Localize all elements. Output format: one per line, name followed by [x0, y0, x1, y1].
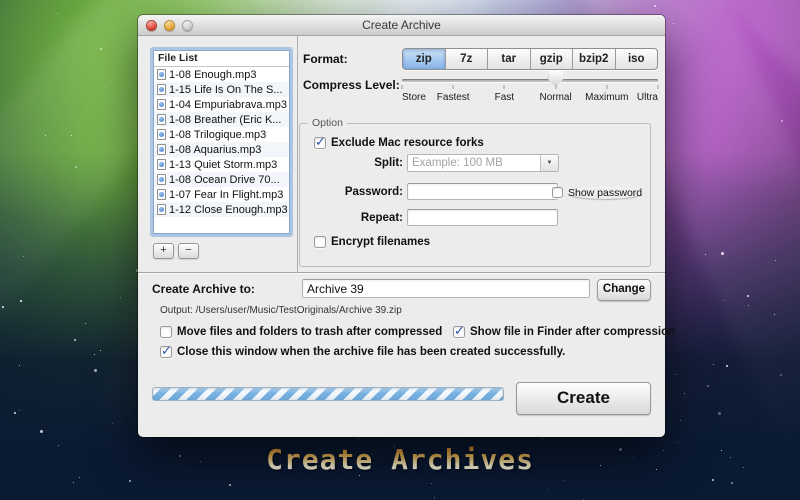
slider-tick [453, 85, 454, 89]
zoom-window-button[interactable] [182, 20, 193, 31]
list-item-label: 1-08 Ocean Drive 70... [169, 174, 280, 186]
chevron-down-icon: ▼ [547, 160, 553, 166]
list-item[interactable]: 1-04 Empuriabrava.mp3 [154, 97, 289, 112]
list-item-label: 1-04 Empuriabrava.mp3 [169, 99, 287, 111]
audio-file-icon [157, 174, 166, 185]
remove-file-button[interactable]: − [178, 243, 199, 259]
close-window-button[interactable] [146, 20, 157, 31]
file-list[interactable]: File List 1-08 Enough.mp3 1-15 Life Is On… [153, 50, 290, 234]
slider-label-maximum: Maximum [585, 92, 628, 103]
format-label: Format: [303, 52, 348, 66]
password-field[interactable] [407, 183, 558, 200]
audio-file-icon [157, 84, 166, 95]
slider-tick [504, 85, 505, 89]
list-item[interactable]: 1-15 Life Is On The S... [154, 82, 289, 97]
create-archive-window: Create Archive File List 1-08 Enough.mp3… [138, 15, 665, 437]
list-item[interactable]: 1-12 Close Enough.mp3 [154, 202, 289, 217]
slider-label-fast: Fast [495, 92, 514, 103]
list-item-label: 1-12 Close Enough.mp3 [169, 204, 288, 216]
add-file-button[interactable]: + [153, 243, 174, 259]
option-group: Option Exclude Mac resource forks Split:… [299, 123, 651, 267]
option-group-label: Option [308, 117, 347, 129]
archive-name-field[interactable]: Archive 39 [302, 279, 590, 298]
show-password-checkbox[interactable] [552, 187, 563, 198]
repeat-label: Repeat: [300, 212, 403, 224]
audio-file-icon [157, 114, 166, 125]
format-segment-iso[interactable]: iso [616, 49, 658, 69]
titlebar[interactable]: Create Archive [138, 15, 665, 36]
close-after-create-checkbox[interactable] [160, 346, 172, 358]
slider-label-fastest: Fastest [437, 92, 470, 103]
show-password-label: Show password [568, 187, 642, 199]
exclude-forks-checkbox[interactable] [314, 137, 326, 149]
show-in-finder-checkbox[interactable] [453, 326, 465, 338]
format-segmented-control: zip7ztargzipbzip2iso [402, 48, 658, 70]
split-label: Split: [300, 157, 403, 169]
pane-divider-vertical [297, 36, 298, 272]
change-button[interactable]: Change [597, 279, 651, 301]
format-segment-zip[interactable]: zip [403, 49, 446, 69]
window-title: Create Archive [138, 15, 665, 35]
list-item[interactable]: 1-08 Ocean Drive 70... [154, 172, 289, 187]
output-path: Output: /Users/user/Music/TestOriginals/… [160, 305, 402, 316]
slider-tick [658, 85, 659, 89]
audio-file-icon [157, 129, 166, 140]
list-item-label: 1-08 Breather (Eric K... [169, 114, 282, 126]
close-after-create-label: Close this window when the archive file … [177, 346, 565, 358]
slider-label-store: Store [402, 92, 426, 103]
password-label: Password: [300, 186, 403, 198]
list-item[interactable]: 1-08 Trilogique.mp3 [154, 127, 289, 142]
list-item[interactable]: 1-08 Breather (Eric K... [154, 112, 289, 127]
slider-label-ultra: Ultra [637, 92, 658, 103]
desktop: Create Archives Create Archive File List… [0, 0, 800, 500]
list-item-label: 1-08 Aquarius.mp3 [169, 144, 261, 156]
wallpaper-caption: Create Archives [0, 443, 800, 476]
audio-file-icon [157, 204, 166, 215]
list-item-label: 1-07 Fear In Flight.mp3 [169, 189, 283, 201]
destination-label: Create Archive to: [152, 282, 255, 296]
compress-level-label: Compress Level: [303, 78, 400, 92]
slider-tick [555, 85, 556, 89]
progress-bar [152, 387, 504, 401]
format-segment-tar[interactable]: tar [488, 49, 531, 69]
compress-level-slider: Store Fastest Fast Normal Maximum Ultra [402, 69, 658, 107]
repeat-field[interactable] [407, 209, 558, 226]
list-item-label: 1-13 Quiet Storm.mp3 [169, 159, 277, 171]
slider-label-normal: Normal [539, 92, 571, 103]
list-item[interactable]: 1-08 Aquarius.mp3 [154, 142, 289, 157]
list-item[interactable]: 1-13 Quiet Storm.mp3 [154, 157, 289, 172]
create-button[interactable]: Create [516, 382, 651, 415]
format-segment-bzip2[interactable]: bzip2 [573, 49, 616, 69]
combo-arrow-button[interactable]: ▼ [540, 155, 558, 171]
split-combobox[interactable]: Example: 100 MB ▼ [407, 154, 559, 172]
list-item-label: 1-15 Life Is On The S... [169, 84, 283, 96]
file-list-header: File List [154, 51, 289, 67]
list-item-label: 1-08 Trilogique.mp3 [169, 129, 266, 141]
minimize-window-button[interactable] [164, 20, 175, 31]
pane-divider-horizontal [138, 272, 665, 273]
format-segment-gzip[interactable]: gzip [531, 49, 574, 69]
format-segment-7z[interactable]: 7z [446, 49, 489, 69]
audio-file-icon [157, 99, 166, 110]
move-to-trash-label: Move files and folders to trash after co… [177, 326, 442, 338]
slider-tick [606, 85, 607, 89]
audio-file-icon [157, 159, 166, 170]
encrypt-filenames-label: Encrypt filenames [331, 236, 430, 248]
audio-file-icon [157, 69, 166, 80]
slider-tick [402, 85, 403, 89]
audio-file-icon [157, 144, 166, 155]
list-item-label: 1-08 Enough.mp3 [169, 69, 256, 81]
slider-track[interactable] [402, 79, 658, 82]
list-item[interactable]: 1-08 Enough.mp3 [154, 67, 289, 82]
move-to-trash-checkbox[interactable] [160, 326, 172, 338]
split-placeholder: Example: 100 MB [408, 155, 540, 171]
encrypt-filenames-checkbox[interactable] [314, 236, 326, 248]
audio-file-icon [157, 189, 166, 200]
list-item[interactable]: 1-07 Fear In Flight.mp3 [154, 187, 289, 202]
show-in-finder-label: Show file in Finder after compression [470, 326, 675, 338]
exclude-forks-label: Exclude Mac resource forks [331, 137, 484, 149]
